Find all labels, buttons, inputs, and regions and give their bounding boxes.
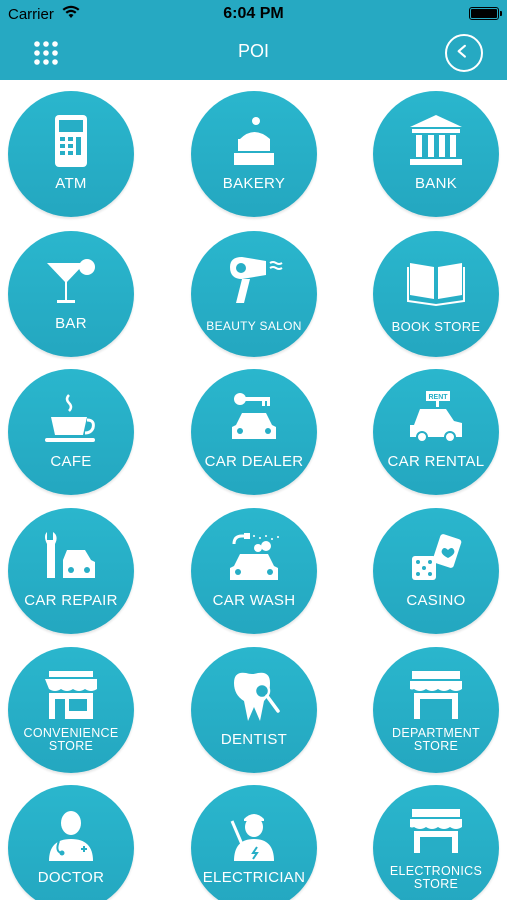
battery-icon — [469, 7, 502, 20]
category-car-dealer[interactable]: CAR DEALER — [191, 369, 317, 495]
category-label: CAR REPAIR — [24, 592, 118, 609]
category-label-multiline: ELECTRONICS STORE — [373, 865, 499, 891]
category-label: ELECTRICIAN — [202, 869, 306, 886]
page-title: POI — [237, 41, 269, 61]
category-atm[interactable]: ATM — [8, 91, 134, 217]
category-bakery[interactable]: BAKERY — [191, 91, 317, 217]
category-car-rental[interactable]: RENT CAR RENTAL — [373, 369, 499, 495]
rent-car-icon: RENT — [406, 391, 466, 447]
label-line-2: STORE — [48, 739, 94, 753]
category-label: BAR — [55, 315, 87, 332]
svg-text:RENT: RENT — [428, 394, 448, 401]
category-label: CAR RENTAL — [387, 453, 485, 470]
poi-category-grid: ATM BAKERY BANK BAR BEAUTY SALON BOOK ST… — [0, 80, 507, 900]
navigation-bar: POI — [0, 28, 507, 80]
doctor-icon — [41, 807, 101, 863]
category-label: BOOK STORE — [391, 319, 481, 334]
cake-icon — [224, 113, 284, 169]
category-label: BEAUTY SALON — [206, 319, 302, 333]
category-beauty-salon[interactable]: BEAUTY SALON — [191, 231, 317, 357]
car-key-icon — [224, 391, 284, 447]
category-label: CASINO — [406, 592, 466, 609]
back-button[interactable] — [445, 34, 483, 72]
store-front-icon — [406, 669, 466, 725]
cocktail-icon — [41, 253, 101, 309]
category-label-multiline: DEPARTMENT STORE — [373, 727, 499, 753]
category-car-repair[interactable]: CAR REPAIR — [8, 508, 134, 634]
category-convenience-store[interactable]: CONVENIENCE STORE — [8, 647, 134, 773]
label-line-2: STORE — [413, 877, 459, 891]
tooth-icon — [224, 669, 284, 725]
category-bar[interactable]: BAR — [8, 231, 134, 357]
category-label: ATM — [55, 175, 87, 192]
category-label: DOCTOR — [37, 869, 105, 886]
hair-dryer-icon — [224, 253, 284, 309]
category-doctor[interactable]: DOCTOR — [8, 785, 134, 900]
category-department-store[interactable]: DEPARTMENT STORE — [373, 647, 499, 773]
car-wash-icon — [224, 530, 284, 586]
label-line-2: STORE — [413, 739, 459, 753]
dice-cards-icon — [406, 530, 466, 586]
electrician-icon — [224, 807, 284, 863]
category-electronics-store[interactable]: ELECTRONICS STORE — [373, 785, 499, 900]
category-cafe[interactable]: CAFE — [8, 369, 134, 495]
open-book-icon — [406, 253, 466, 309]
wrench-car-icon — [41, 530, 101, 586]
category-bank[interactable]: BANK — [373, 91, 499, 217]
back-chevron-icon — [457, 44, 466, 58]
shop-icon — [41, 669, 101, 725]
coffee-cup-icon — [41, 391, 101, 447]
category-car-wash[interactable]: CAR WASH — [191, 508, 317, 634]
category-label: CAR DEALER — [204, 453, 304, 470]
category-label: BANK — [414, 175, 458, 192]
category-casino[interactable]: CASINO — [373, 508, 499, 634]
category-label: BAKERY — [222, 175, 286, 192]
electronics-store-icon — [406, 807, 466, 863]
category-label: DENTIST — [220, 731, 288, 748]
category-dentist[interactable]: DENTIST — [191, 647, 317, 773]
category-label-multiline: CONVENIENCE STORE — [8, 727, 134, 753]
bank-icon — [406, 113, 466, 169]
status-bar: Carrier 6:04 PM — [0, 0, 507, 28]
category-label: CAR WASH — [212, 592, 296, 609]
category-label: CAFE — [50, 453, 92, 470]
category-book-store[interactable]: BOOK STORE — [373, 231, 499, 357]
category-electrician[interactable]: ELECTRICIAN — [191, 785, 317, 900]
clock: 6:04 PM — [223, 5, 284, 22]
atm-icon — [41, 113, 101, 169]
